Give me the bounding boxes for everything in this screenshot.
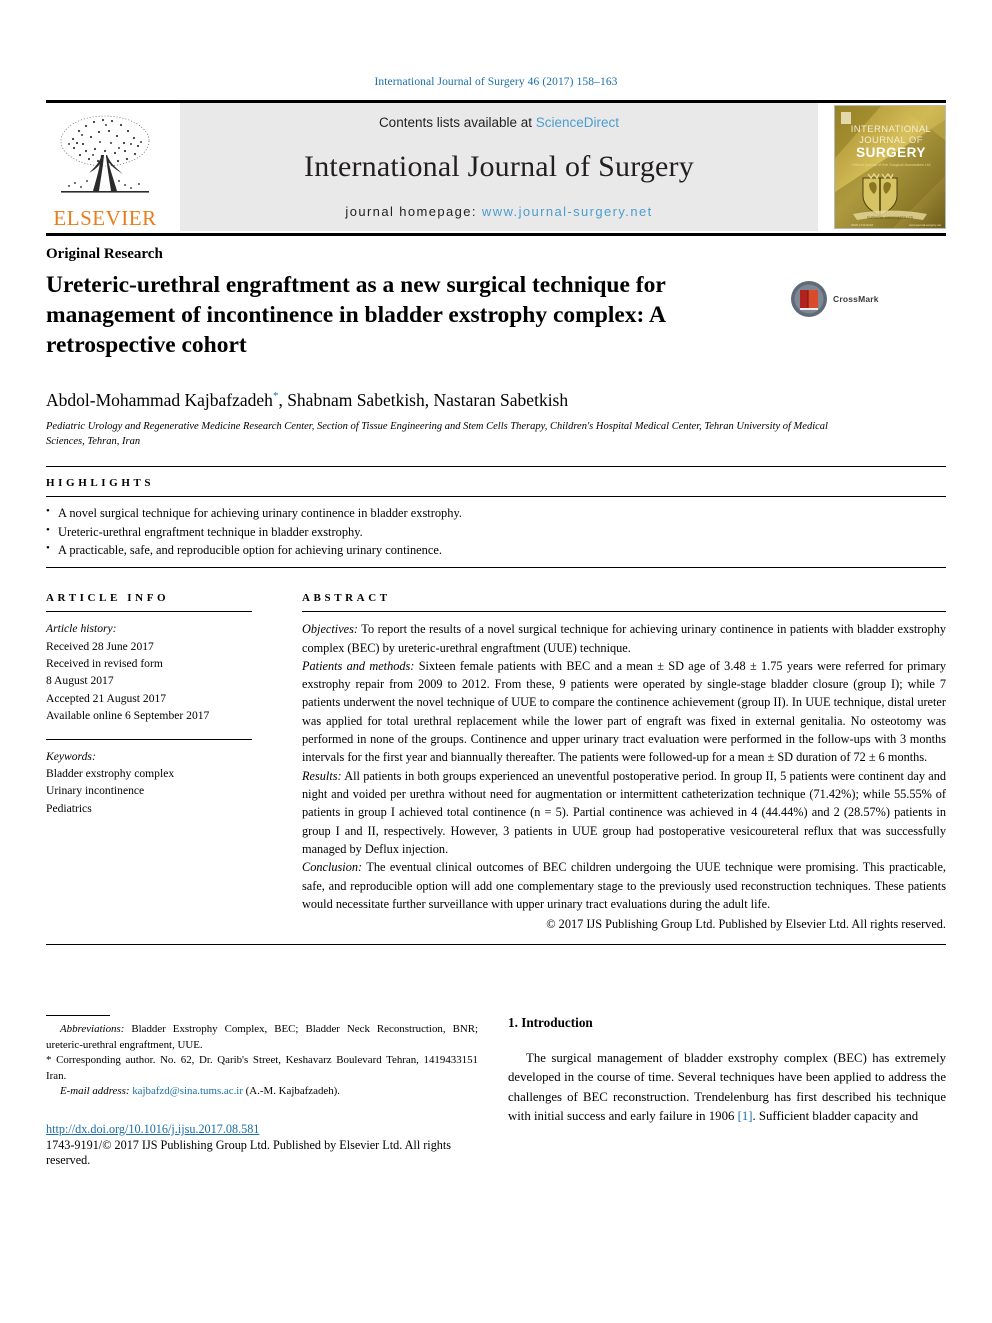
footnotes-column: Abbreviations: Bladder Exstrophy Complex… — [46, 1015, 478, 1167]
journal-homepage-line: journal homepage: www.journal-surgery.ne… — [345, 204, 652, 219]
abstract-bottom-rule — [46, 944, 946, 946]
introduction-column: 1. Introduction The surgical management … — [478, 1015, 946, 1167]
highlights-list: A novel surgical technique for achieving… — [46, 497, 946, 568]
abstract-heading: ABSTRACT — [302, 592, 391, 605]
email-suffix: (A.-M. Kajbafzadeh). — [242, 1085, 341, 1098]
corresponding-address: Corresponding author. No. 62, Dr. Qarib'… — [46, 1054, 478, 1082]
corresponding-author-footnote: * Corresponding author. No. 62, Dr. Qari… — [46, 1053, 478, 1084]
title-row: Ureteric-urethral engraftment as a new s… — [46, 263, 946, 376]
masthead-center-panel: Contents lists available at ScienceDirec… — [180, 103, 818, 231]
abstract-section: Results: All patients in both groups exp… — [302, 767, 946, 859]
svg-text:SURGICAL ASSOCIATES LTD: SURGICAL ASSOCIATES LTD — [867, 216, 914, 220]
abstract-copyright: © 2017 IJS Publishing Group Ltd. Publish… — [546, 917, 946, 932]
issn-copyright-line: 1743-9191/© 2017 IJS Publishing Group Lt… — [46, 1137, 452, 1167]
contents-prefix: Contents lists available at — [378, 115, 536, 130]
crossmark-icon — [791, 281, 827, 317]
article-history-line: Accepted 21 August 2017 — [46, 691, 167, 705]
abstract-section-text: All patients in both groups experienced … — [302, 768, 946, 856]
sciencedirect-link[interactable]: ScienceDirect — [536, 115, 619, 130]
article-info-column: ARTICLE INFO Article history: Received 2… — [46, 582, 278, 932]
article-history-label: Article history: — [46, 622, 117, 636]
abstract-rule — [302, 611, 946, 613]
abstract-section: Conclusion: The eventual clinical outcom… — [302, 858, 946, 913]
journal-homepage-link[interactable]: www.journal-surgery.net — [482, 204, 653, 219]
author-list: Abdol-Mohammad Kajbafzadeh*, Shabnam Sab… — [46, 390, 946, 411]
abstract-section-label: Patients and methods: — [302, 658, 415, 673]
abstract-section-label: Conclusion: — [302, 860, 363, 875]
running-head: International Journal of Surgery 46 (201… — [374, 76, 618, 88]
title-top-rule — [46, 233, 946, 236]
abbreviations-label: Abbreviations: — [60, 1023, 125, 1036]
article-history-line: Received 28 June 2017 — [46, 639, 154, 653]
intro-text-after-ref: . Sufficient bladder capacity and — [752, 1108, 919, 1123]
journal-cover-thumbnail[interactable]: INTERNATIONAL JOURNAL OF SURGERY Officia… — [834, 105, 946, 229]
article-history-line: 8 August 2017 — [46, 674, 114, 688]
abstract-section-label: Results: — [302, 768, 342, 783]
info-abstract-section: ARTICLE INFO Article history: Received 2… — [46, 582, 946, 932]
list-item: A practicable, safe, and reproducible op… — [46, 540, 946, 560]
svg-text:www.journal-surgery.net: www.journal-surgery.net — [909, 223, 941, 227]
elsevier-tree-icon — [60, 115, 150, 193]
svg-text:SURGERY: SURGERY — [856, 145, 926, 160]
highlights-bottom-rule — [46, 567, 946, 569]
keyword-item: Urinary incontinence — [46, 784, 145, 798]
abstract-section-text: To report the results of a novel surgica… — [302, 622, 946, 655]
lower-columns: Abbreviations: Bladder Exstrophy Complex… — [46, 1015, 946, 1167]
article-info-heading: ARTICLE INFO — [46, 592, 170, 605]
abbreviations-footnote: Abbreviations: Bladder Exstrophy Complex… — [46, 1022, 478, 1053]
email-link[interactable]: kajbafzd@sina.tums.ac.ir — [132, 1085, 243, 1097]
keywords-rule — [46, 738, 252, 740]
highlights-heading: HIGHLIGHTS — [46, 476, 155, 489]
keywords-label: Keywords: — [46, 749, 96, 763]
journal-cover-image: INTERNATIONAL JOURNAL OF SURGERY Officia… — [835, 106, 945, 228]
introduction-paragraph: The surgical management of bladder exstr… — [508, 1049, 946, 1126]
svg-text:INTERNATIONAL: INTERNATIONAL — [851, 124, 932, 135]
citation-ref-1[interactable]: [1] — [738, 1109, 753, 1123]
introduction-heading: 1. Introduction — [508, 1015, 593, 1031]
crossmark-label: CrossMark — [833, 294, 879, 304]
doi-link[interactable]: http://dx.doi.org/10.1016/j.ijsu.2017.08… — [46, 1122, 478, 1137]
abstract-section-text: Sixteen female patients with BEC and a m… — [302, 658, 946, 765]
svg-text:ISSN 1743-9191: ISSN 1743-9191 — [851, 223, 874, 227]
journal-title: International Journal of Surgery — [304, 150, 694, 183]
article-history-line: Received in revised form — [46, 657, 163, 671]
abstract-section: Patients and methods: Sixteen female pat… — [302, 657, 946, 767]
highlights-top-rule — [46, 465, 946, 467]
elsevier-logo[interactable]: ELSEVIER — [46, 103, 164, 231]
abstract-section: Objectives: To report the results of a n… — [302, 620, 946, 657]
article-type-kicker: Original Research — [46, 246, 163, 262]
article-page: International Journal of Surgery 46 (201… — [0, 0, 992, 1323]
footnote-separator-rule — [46, 1015, 110, 1017]
abstract-section-text: The eventual clinical outcomes of BEC ch… — [302, 860, 946, 911]
page-title: Ureteric-urethral engraftment as a new s… — [46, 272, 666, 358]
abstract-section-label: Objectives: — [302, 622, 358, 637]
list-item: A novel surgical technique for achieving… — [46, 503, 946, 523]
elsevier-wordmark: ELSEVIER — [53, 206, 157, 230]
doi-block: http://dx.doi.org/10.1016/j.ijsu.2017.08… — [46, 1122, 478, 1168]
contents-available-line: Contents lists available at ScienceDirec… — [379, 115, 619, 130]
email-label: E-mail address: — [60, 1085, 130, 1098]
homepage-prefix: journal homepage: — [345, 204, 482, 219]
keyword-item: Bladder exstrophy complex — [46, 766, 175, 780]
svg-text:Official journal of the Surgic: Official journal of the Surgical Associa… — [852, 162, 931, 167]
email-footnote: E-mail address: kajbafzd@sina.tums.ac.ir… — [46, 1084, 478, 1099]
keyword-item: Pediatrics — [46, 801, 92, 815]
crossmark-badge[interactable]: CrossMark — [790, 277, 894, 321]
list-item: Ureteric-urethral engraftment technique … — [46, 522, 946, 542]
article-history-line: Available online 6 September 2017 — [46, 709, 210, 723]
journal-masthead: ELSEVIER Contents lists available at Sci… — [46, 103, 946, 231]
article-info-rule — [46, 611, 252, 613]
abstract-column: ABSTRACT Objectives: To report the resul… — [278, 582, 946, 932]
author-primary: Abdol-Mohammad Kajbafzadeh — [46, 390, 273, 411]
author-affiliation: Pediatric Urology and Regenerative Medic… — [46, 421, 828, 448]
author-rest: , Shabnam Sabetkish, Nastaran Sabetkish — [278, 390, 569, 411]
